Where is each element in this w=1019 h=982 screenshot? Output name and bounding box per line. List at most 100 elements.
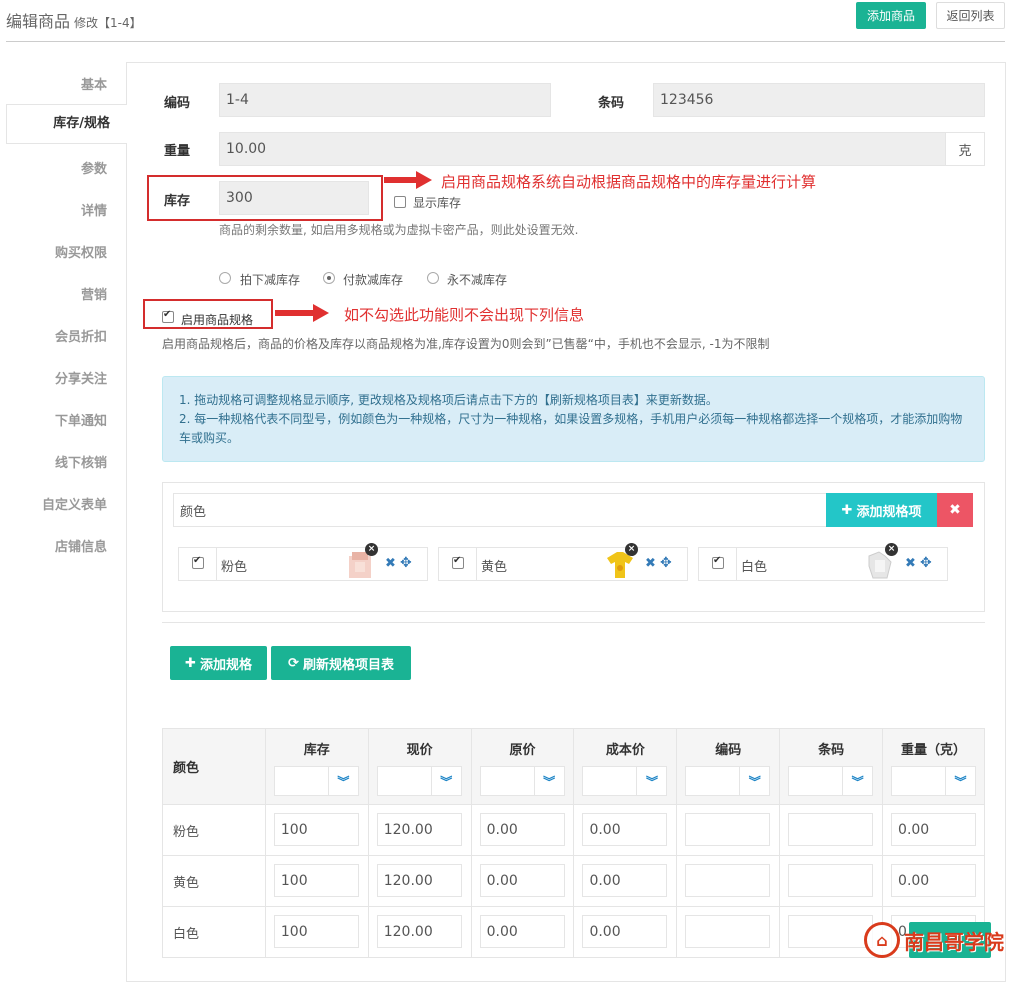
spec-item-name[interactable]: 白色	[741, 556, 767, 575]
reduce-on-pay-radio[interactable]	[323, 272, 335, 284]
batch-set-input[interactable]: ︾	[582, 766, 668, 796]
code-input[interactable]	[685, 813, 771, 846]
stock-input[interactable]: 100	[273, 864, 359, 897]
watermark-emblem-icon: ⌂	[864, 922, 900, 958]
chevron-double-down-icon[interactable]: ︾	[945, 767, 975, 795]
remove-image-icon[interactable]: ×	[625, 543, 638, 556]
chevron-double-down-icon[interactable]: ︾	[430, 767, 461, 795]
add-spec-item-label: 添加规格项	[856, 504, 922, 520]
batch-set-input[interactable]: ︾	[376, 766, 462, 796]
spec-item-checkbox[interactable]	[452, 555, 464, 569]
page-title: 编辑商品 修改【1-4】	[6, 8, 142, 32]
refresh-spec-table-button[interactable]: ⟳ 刷新规格项目表	[271, 646, 411, 680]
add-goods-button[interactable]: 添加商品	[856, 2, 926, 29]
nav-item-order-notify[interactable]: 下单通知	[55, 410, 107, 429]
stock-input[interactable]: 100	[273, 915, 359, 948]
nav-item-store-info[interactable]: 店铺信息	[55, 536, 107, 555]
delete-item-icon[interactable]: ✖	[385, 556, 396, 571]
col-header-weight: 重量（克） ︾	[882, 728, 985, 805]
barcode-input[interactable]	[788, 915, 874, 948]
spec-name-input[interactable]: 颜色	[173, 493, 827, 527]
barcode-input[interactable]	[788, 813, 874, 846]
enable-spec-checkbox[interactable]	[162, 309, 174, 323]
back-to-list-button[interactable]: 返回列表	[936, 2, 1005, 29]
batch-set-input[interactable]: ︾	[891, 766, 977, 796]
never-reduce-radio[interactable]	[427, 272, 439, 284]
nav-item-details[interactable]: 详情	[81, 200, 107, 219]
original-price-input[interactable]: 0.00	[479, 915, 565, 948]
table-header-row: 颜色 库存 ︾ 现价 ︾ 原价 ︾ 成本价 ︾ 编码 ︾ 条码 ︾ 重量（克） ︾	[162, 728, 985, 805]
nav-item-share-follow[interactable]: 分享关注	[55, 368, 107, 387]
col-header-label: 原价	[509, 743, 536, 758]
spec-item-checkbox[interactable]	[192, 555, 204, 569]
nav-item-purchase-permission[interactable]: 购买权限	[55, 242, 107, 261]
batch-set-input[interactable]: ︾	[273, 766, 359, 796]
delete-item-icon[interactable]: ✖	[645, 556, 656, 571]
original-price-input[interactable]: 0.00	[479, 864, 565, 897]
remove-image-icon[interactable]: ×	[885, 543, 898, 556]
cost-input[interactable]: 0.00	[582, 864, 668, 897]
nav-item-marketing[interactable]: 营销	[81, 284, 107, 303]
cost-input[interactable]: 0.00	[582, 915, 668, 948]
spec-item-name[interactable]: 黄色	[481, 556, 507, 575]
spec-item-name[interactable]: 粉色	[221, 556, 247, 575]
spec-item-checkbox-cell	[179, 548, 217, 580]
table-cell: 0.00	[573, 906, 678, 958]
watermark-logo: ⌂ 南昌哥学院	[864, 920, 1019, 968]
alert-line-1: 1. 拖动规格可调整规格显示顺序, 更改规格及规格项后请点击下方的【刷新规格项目…	[179, 393, 718, 407]
table-cell: 0.00	[882, 855, 985, 907]
col-header-label: 成本价	[605, 743, 645, 758]
weight-input[interactable]: 0.00	[891, 864, 977, 897]
barcode-field[interactable]: 123456	[653, 83, 985, 117]
code-field[interactable]: 1-4	[219, 83, 551, 117]
cost-input[interactable]: 0.00	[582, 813, 668, 846]
add-spec-label: 添加规格	[199, 657, 252, 673]
original-price-input[interactable]: 0.00	[479, 813, 565, 846]
table-cell: 120.00	[367, 855, 472, 907]
code-input[interactable]	[685, 915, 771, 948]
chevron-double-down-icon[interactable]: ︾	[739, 767, 769, 795]
price-input[interactable]: 120.00	[376, 864, 462, 897]
batch-set-input[interactable]: ︾	[788, 766, 874, 796]
barcode-input[interactable]	[788, 864, 874, 897]
reduce-on-order-radio[interactable]	[219, 272, 231, 284]
arrow-right-icon	[275, 304, 329, 322]
delete-item-icon[interactable]: ✖	[905, 556, 916, 571]
chevron-double-down-icon[interactable]: ︾	[636, 767, 666, 795]
col-header-barcode: 条码 ︾	[779, 728, 884, 805]
table-row: 白色 100 120.00 0.00 0.00 0.	[162, 906, 985, 958]
remove-image-icon[interactable]: ×	[365, 543, 378, 556]
table-cell	[676, 906, 781, 958]
move-icon[interactable]: ✥	[660, 555, 672, 571]
nav-item-stock-spec[interactable]: 库存/规格	[6, 104, 110, 144]
chevron-double-down-icon[interactable]: ︾	[842, 767, 872, 795]
batch-set-input[interactable]: ︾	[685, 766, 771, 796]
price-input[interactable]: 120.00	[376, 813, 462, 846]
chevron-double-down-icon[interactable]: ︾	[533, 767, 564, 795]
add-spec-button[interactable]: ✚ 添加规格	[170, 646, 267, 680]
chevron-double-down-icon[interactable]: ︾	[327, 767, 358, 795]
spec-annotation: 如不勾选此功能则不会出现下列信息	[344, 306, 585, 324]
nav-item-params[interactable]: 参数	[81, 158, 107, 177]
add-spec-item-button[interactable]: ✚ 添加规格项	[826, 493, 937, 527]
price-input[interactable]: 120.00	[376, 915, 462, 948]
spec-item-checkbox[interactable]	[712, 555, 724, 569]
weight-field[interactable]: 10.00	[219, 132, 946, 166]
move-icon[interactable]: ✥	[400, 555, 412, 571]
table-row: 黄色 100 120.00 0.00 0.00 0.00	[162, 855, 985, 907]
weight-input[interactable]: 0.00	[891, 813, 977, 846]
reduce-on-pay-label: 付款减库存	[343, 273, 404, 287]
col-header-cost: 成本价 ︾	[573, 728, 678, 805]
stock-input[interactable]: 100	[273, 813, 359, 846]
show-stock-checkbox[interactable]	[394, 196, 406, 208]
table-cell: 0.00	[470, 804, 575, 856]
stock-field[interactable]: 300	[219, 181, 369, 215]
delete-spec-button[interactable]: ✖	[937, 493, 973, 527]
nav-item-offline-verify[interactable]: 线下核销	[55, 452, 107, 471]
batch-set-input[interactable]: ︾	[479, 766, 565, 796]
nav-item-member-discount[interactable]: 会员折扣	[55, 326, 107, 345]
code-input[interactable]	[685, 864, 771, 897]
nav-item-basic[interactable]: 基本	[81, 74, 107, 93]
nav-item-custom-form[interactable]: 自定义表单	[42, 494, 107, 513]
move-icon[interactable]: ✥	[920, 555, 932, 571]
